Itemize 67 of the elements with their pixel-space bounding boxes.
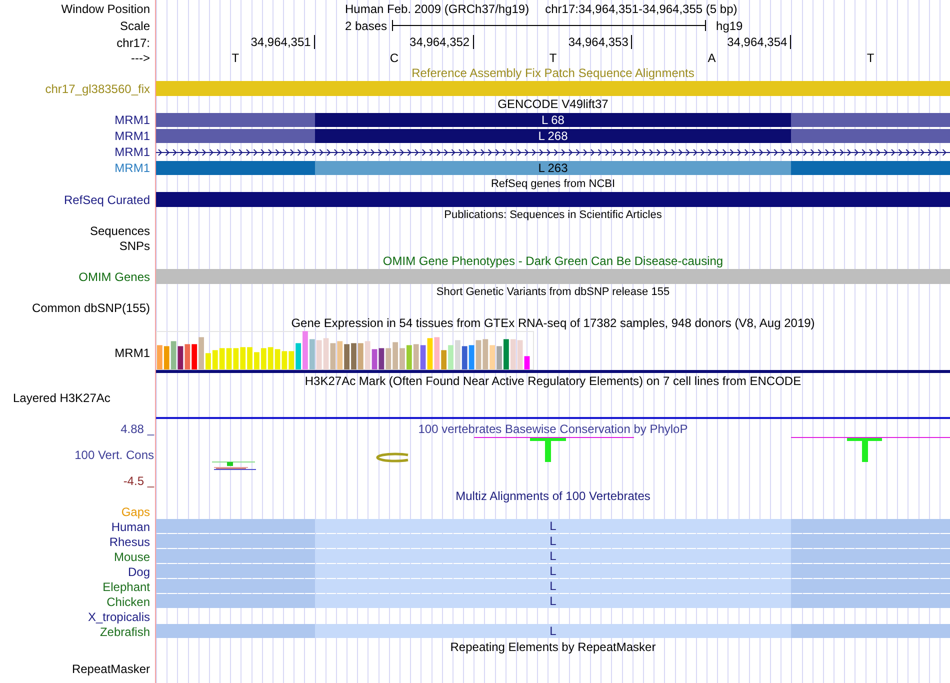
track-label: Chicken [106,594,150,608]
row-label: ---> [131,50,150,64]
conservation-bar [847,438,882,462]
track-title: Short Genetic Variants from dbSNP release 155 [436,285,670,299]
track-label: Rhesus [109,534,150,548]
alignment-segment: L [314,579,792,593]
ruler-position: 34,964,354 [727,35,788,49]
track-label: MRM1 [114,161,150,175]
track-label: MRM1 [114,113,150,127]
track-title: Publications: Sequences in Scientific Articles [444,208,662,222]
track-title: RefSeq genes from NCBI [490,177,616,191]
track-title: H3K27Ac Mark (Often Found Near Active Regulatory Elements) on 7 cell lines from ENCODE [304,374,802,388]
conservation-bar [530,438,566,462]
row-label: Window Position [61,2,150,16]
alignment-segment: L [314,519,792,533]
axis-max-label: 4.88 _ [120,422,154,436]
track-label: Dog [128,564,150,578]
track-label: Common dbSNP(155) [32,300,150,314]
track-label: 100 Vert. Cons [74,448,154,462]
track-label: RefSeq Curated [64,192,150,206]
track-label: X_tropicalis [88,610,150,624]
alignment-segment: L [314,594,792,608]
base-letter: C [390,50,399,64]
assembly-name: hg19 [716,18,743,32]
gene-segment: L 68 [314,113,792,127]
alignment-segment: L [314,564,792,578]
gene-segment: L 263 [314,161,792,175]
track-label: Mouse [114,550,150,564]
track-label: Gaps [121,504,150,518]
track-label: Zebrafish [100,624,150,638]
track-title: Multiz Alignments of 100 Vertebrates [456,489,650,503]
track-title: Gene Expression in 54 tissues from GTEx RNA-seq of 17382 samples, 948 donors (V8, Aug 2019) [291,316,815,330]
row-label: chr17: [116,36,150,50]
row-label: Scale [120,18,150,32]
track-label: MRM1 [114,145,150,159]
position-range: chr17:34,964,351-34,964,355 (5 bp) [545,2,738,16]
alignment-segment: L [314,534,792,548]
scale-text: 2 bases [345,18,388,32]
assembly-name: Human Feb. 2009 (GRCh37/hg19) [345,2,530,16]
track-label: MRM1 [114,129,150,143]
base-letter: A [708,50,716,64]
alignment-segment: L [314,624,792,638]
track-label: MRM1 [114,346,150,360]
ruler-position: 34,964,351 [250,35,311,49]
ruler-position: 34,964,352 [410,35,470,49]
track-title: Repeating Elements by RepeatMasker [450,640,656,654]
base-letter: T [549,50,557,64]
alignment-segment: L [314,549,792,563]
track-title: GENCODE V49lift37 [498,97,608,111]
track-label: chr17_gl383560_fix [45,82,150,96]
track-title: OMIM Gene Phenotypes - Dark Green Can Be Disease-causing [382,254,724,268]
axis-min-label: -4.5 _ [123,474,154,488]
track-label: Sequences [90,224,150,238]
track-label: Elephant [102,580,150,594]
gene-segment: L 268 [314,129,792,143]
ruler-position: 34,964,353 [568,35,628,49]
base-letter: T [232,50,240,64]
track-label: Layered H3K27Ac [13,391,110,405]
track-label: RepeatMasker [72,662,150,676]
track-label: Human [111,520,150,534]
track-label: OMIM Genes [78,270,150,284]
base-letter: T [866,50,874,64]
c-shape-icon [376,452,408,462]
small-marks-drawing [212,462,256,470]
track-title: 100 vertebrates Basewise Conservation by PhyloP [418,422,688,436]
track-title: Reference Assembly Fix Patch Sequence Alignments [412,66,694,80]
track-label: SNPs [119,238,150,252]
